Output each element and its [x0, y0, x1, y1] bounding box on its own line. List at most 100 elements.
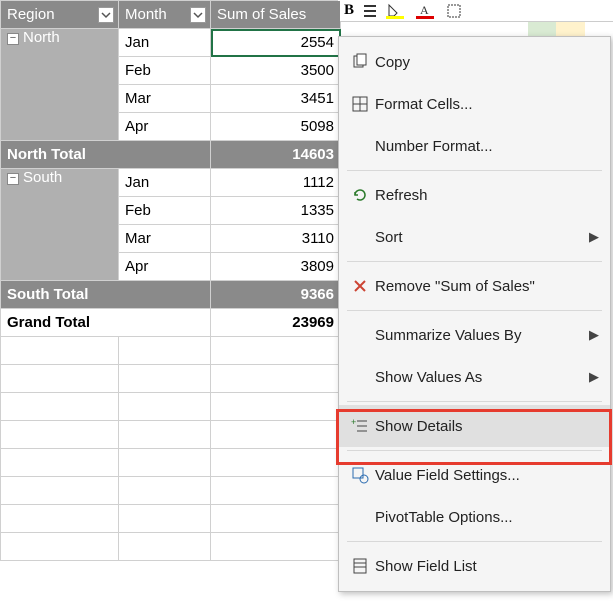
menu-show-values[interactable]: Show Values As ▶	[339, 356, 610, 398]
value-cell[interactable]: 3451	[211, 85, 341, 113]
svg-text:A: A	[420, 3, 429, 17]
header-region[interactable]: Region	[1, 1, 119, 29]
region-label: South	[23, 169, 62, 186]
region-label: North	[23, 29, 60, 46]
grand-total-row: Grand Total 23969	[1, 309, 341, 337]
month-cell[interactable]: Mar	[119, 225, 211, 253]
menu-label: Number Format...	[375, 138, 600, 155]
borders-icon[interactable]	[446, 3, 464, 19]
table-row: −North Jan 2554	[1, 29, 341, 57]
chevron-right-icon: ▶	[588, 327, 600, 343]
value-cell[interactable]: 2554	[211, 29, 341, 57]
align-icon[interactable]	[362, 3, 378, 19]
chevron-right-icon: ▶	[588, 369, 600, 385]
month-cell[interactable]: Feb	[119, 57, 211, 85]
menu-format-cells[interactable]: Format Cells...	[339, 83, 610, 125]
menu-show-field-list[interactable]: Show Field List	[339, 545, 610, 587]
menu-label: Show Field List	[375, 558, 600, 575]
month-cell[interactable]: Apr	[119, 113, 211, 141]
subtotal-row: South Total 9366	[1, 281, 341, 309]
header-region-label: Region	[7, 6, 55, 23]
mini-toolbar: B A	[338, 0, 613, 22]
month-cell[interactable]: Apr	[119, 253, 211, 281]
menu-label: Sort	[375, 229, 588, 246]
header-sum[interactable]: Sum of Sales	[211, 1, 341, 29]
menu-summarize[interactable]: Summarize Values By ▶	[339, 314, 610, 356]
grand-total-value[interactable]: 23969	[211, 309, 341, 337]
blank-row	[1, 421, 341, 449]
menu-show-details[interactable]: + Show Details	[339, 405, 610, 447]
menu-label: Format Cells...	[375, 96, 600, 113]
field-list-icon	[345, 557, 375, 575]
blank-row	[1, 477, 341, 505]
menu-label: Remove "Sum of Sales"	[375, 278, 600, 295]
menu-copy[interactable]: Copy	[339, 41, 610, 83]
blank-row	[1, 533, 341, 561]
menu-label: Show Details	[375, 418, 600, 435]
menu-pivottable-options[interactable]: PivotTable Options...	[339, 496, 610, 538]
menu-number-format[interactable]: Number Format...	[339, 125, 610, 167]
color-palette-row	[528, 22, 613, 36]
collapse-icon[interactable]: −	[7, 33, 19, 45]
pivot-table: Region Month Sum of Sales −North Jan 255…	[0, 0, 341, 561]
menu-separator	[347, 170, 602, 171]
menu-label: Value Field Settings...	[375, 467, 600, 484]
value-cell[interactable]: 1112	[211, 169, 341, 197]
refresh-icon	[345, 186, 375, 204]
menu-refresh[interactable]: Refresh	[339, 174, 610, 216]
subtotal-value[interactable]: 14603	[211, 141, 341, 169]
menu-sort[interactable]: Sort ▶	[339, 216, 610, 258]
region-cell-south[interactable]: −South	[1, 169, 119, 281]
menu-label: Copy	[375, 54, 600, 71]
menu-separator	[347, 401, 602, 402]
blank-row	[1, 449, 341, 477]
settings-icon	[345, 466, 375, 484]
menu-label: Show Values As	[375, 369, 588, 386]
copy-icon	[345, 53, 375, 71]
header-sum-label: Sum of Sales	[217, 6, 306, 23]
subtotal-row: North Total 14603	[1, 141, 341, 169]
menu-separator	[347, 261, 602, 262]
show-details-icon: +	[345, 417, 375, 435]
month-cell[interactable]: Jan	[119, 29, 211, 57]
dropdown-icon[interactable]	[98, 7, 114, 23]
svg-text:+: +	[351, 417, 356, 427]
subtotal-label[interactable]: North Total	[1, 141, 211, 169]
blank-row	[1, 393, 341, 421]
highlight-icon[interactable]	[386, 3, 408, 19]
menu-separator	[347, 541, 602, 542]
month-cell[interactable]: Mar	[119, 85, 211, 113]
region-cell-north[interactable]: −North	[1, 29, 119, 141]
value-cell[interactable]: 3110	[211, 225, 341, 253]
value-cell[interactable]: 1335	[211, 197, 341, 225]
menu-label: PivotTable Options...	[375, 509, 600, 526]
blank-row	[1, 337, 341, 365]
menu-value-field-settings[interactable]: Value Field Settings...	[339, 454, 610, 496]
month-cell[interactable]: Jan	[119, 169, 211, 197]
menu-separator	[347, 450, 602, 451]
format-cells-icon	[345, 95, 375, 113]
collapse-icon[interactable]: −	[7, 173, 19, 185]
subtotal-label[interactable]: South Total	[1, 281, 211, 309]
value-cell[interactable]: 3500	[211, 57, 341, 85]
menu-label: Refresh	[375, 187, 600, 204]
remove-icon	[345, 277, 375, 295]
blank-row	[1, 505, 341, 533]
month-cell[interactable]: Feb	[119, 197, 211, 225]
subtotal-value[interactable]: 9366	[211, 281, 341, 309]
table-row: −South Jan 1112	[1, 169, 341, 197]
font-color-icon[interactable]: A	[416, 3, 438, 19]
header-month[interactable]: Month	[119, 1, 211, 29]
context-menu: Copy Format Cells... Number Format... Re…	[338, 36, 611, 592]
dropdown-icon[interactable]	[190, 7, 206, 23]
blank-row	[1, 365, 341, 393]
chevron-right-icon: ▶	[588, 229, 600, 245]
menu-separator	[347, 310, 602, 311]
header-month-label: Month	[125, 6, 167, 23]
bold-button[interactable]: B	[344, 2, 354, 19]
menu-remove[interactable]: Remove "Sum of Sales"	[339, 265, 610, 307]
menu-label: Summarize Values By	[375, 327, 588, 344]
value-cell[interactable]: 3809	[211, 253, 341, 281]
value-cell[interactable]: 5098	[211, 113, 341, 141]
grand-total-label[interactable]: Grand Total	[1, 309, 211, 337]
